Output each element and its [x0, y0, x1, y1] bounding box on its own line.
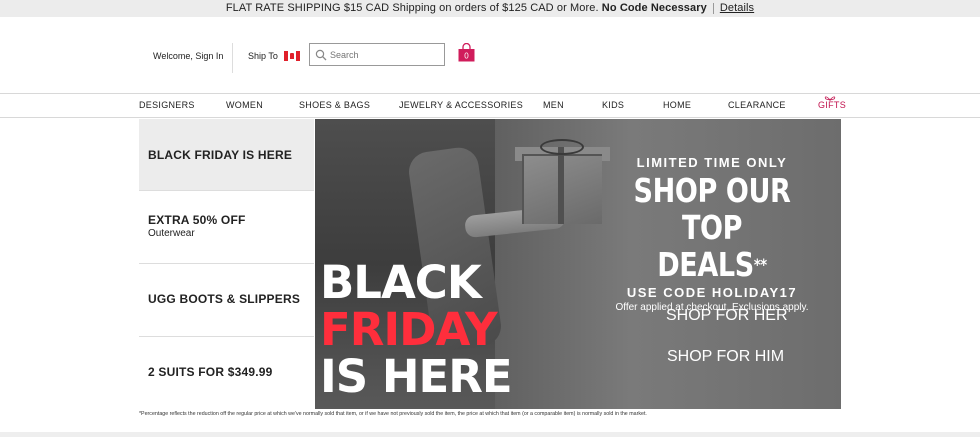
sidebar-item-title: 2 SUITS FOR $349.99	[148, 365, 273, 379]
details-link[interactable]: Details	[720, 2, 754, 14]
gift-bow	[540, 139, 584, 155]
sidebar-item-ugg[interactable]: UGG BOOTS & SLIPPERS	[139, 264, 314, 337]
sidebar-item-suits[interactable]: 2 SUITS FOR $349.99	[139, 337, 314, 409]
shop-deals-line-2: DEALS	[657, 245, 754, 284]
promo-bar: FLAT RATE SHIPPING $15 CAD Shipping on o…	[0, 0, 980, 17]
pricing-footnote: *Percentage reflects the reduction off t…	[139, 411, 647, 417]
promo-bold-text: No Code Necessary	[601, 2, 707, 14]
bag-count: 0	[464, 52, 469, 61]
sidebar-item-subtitle: Outerwear	[148, 228, 195, 239]
headline-line-2: FRIDAY	[320, 303, 498, 356]
nav-clearance[interactable]: CLEARANCE	[728, 100, 786, 110]
nav-gifts[interactable]: GIFTS	[818, 100, 846, 110]
shopping-bag-icon[interactable]: 0	[458, 43, 475, 62]
sidebar-item-outerwear[interactable]: EXTRA 50% OFF Outerwear	[139, 191, 314, 264]
nav-women[interactable]: WOMEN	[226, 100, 263, 110]
nav-men[interactable]: MEN	[543, 100, 564, 110]
main-nav: DESIGNERS WOMEN SHOES & BAGS JEWELRY & A…	[0, 93, 980, 118]
search-box[interactable]	[309, 43, 445, 66]
deal-panel: LIMITED TIME ONLY SHOP OUR TOP DEALS** U…	[595, 155, 829, 313]
promo-code-text: USE CODE HOLIDAY17	[626, 285, 798, 300]
promo-sidebar: BLACK FRIDAY IS HERE EXTRA 50% OFF Outer…	[139, 119, 314, 409]
sign-in-link[interactable]: Welcome, Sign In	[153, 51, 223, 61]
shop-deals-line-1: SHOP OUR TOP	[633, 171, 791, 247]
footnote-marker: **	[753, 255, 767, 274]
shop-for-her-link[interactable]: SHOP FOR HER	[666, 307, 788, 325]
sidebar-item-black-friday[interactable]: BLACK FRIDAY IS HERE	[139, 119, 314, 191]
nav-shoes-bags[interactable]: SHOES & BAGS	[299, 100, 370, 110]
search-input[interactable]	[327, 49, 430, 60]
search-icon	[315, 49, 327, 60]
hero-banner[interactable]: BLACK FRIDAY IS HERE LIMITED TIME ONLY S…	[315, 119, 841, 409]
ship-to-selector[interactable]: Ship To	[248, 51, 300, 61]
nav-designers[interactable]: DESIGNERS	[139, 100, 195, 110]
headline-line-3: IS HERE	[320, 350, 513, 403]
sidebar-item-title: BLACK FRIDAY IS HERE	[148, 148, 293, 162]
black-friday-headline: BLACK FRIDAY IS HERE	[320, 256, 513, 403]
gift-ribbon	[558, 147, 564, 224]
shop-for-him-link[interactable]: SHOP FOR HIM	[667, 348, 784, 366]
site-header: Welcome, Sign In Ship To 0	[0, 17, 980, 93]
limited-time-text: LIMITED TIME ONLY	[636, 155, 788, 170]
headline-line-1: BLACK	[320, 256, 482, 309]
ship-to-label: Ship To	[248, 51, 278, 61]
bottom-divider	[0, 432, 980, 437]
canada-flag-icon	[283, 51, 300, 61]
divider	[712, 2, 714, 14]
shop-deals-heading: SHOP OUR TOP DEALS**	[616, 172, 808, 283]
sidebar-item-title: EXTRA 50% OFF	[148, 213, 246, 227]
promo-text: FLAT RATE SHIPPING $15 CAD Shipping on o…	[225, 2, 599, 14]
nav-jewelry-accessories[interactable]: JEWELRY & ACCESSORIES	[399, 100, 523, 110]
header-divider	[232, 43, 233, 73]
sidebar-item-title: UGG BOOTS & SLIPPERS	[148, 292, 301, 306]
nav-home[interactable]: HOME	[663, 100, 691, 110]
nav-kids[interactable]: KIDS	[602, 100, 624, 110]
